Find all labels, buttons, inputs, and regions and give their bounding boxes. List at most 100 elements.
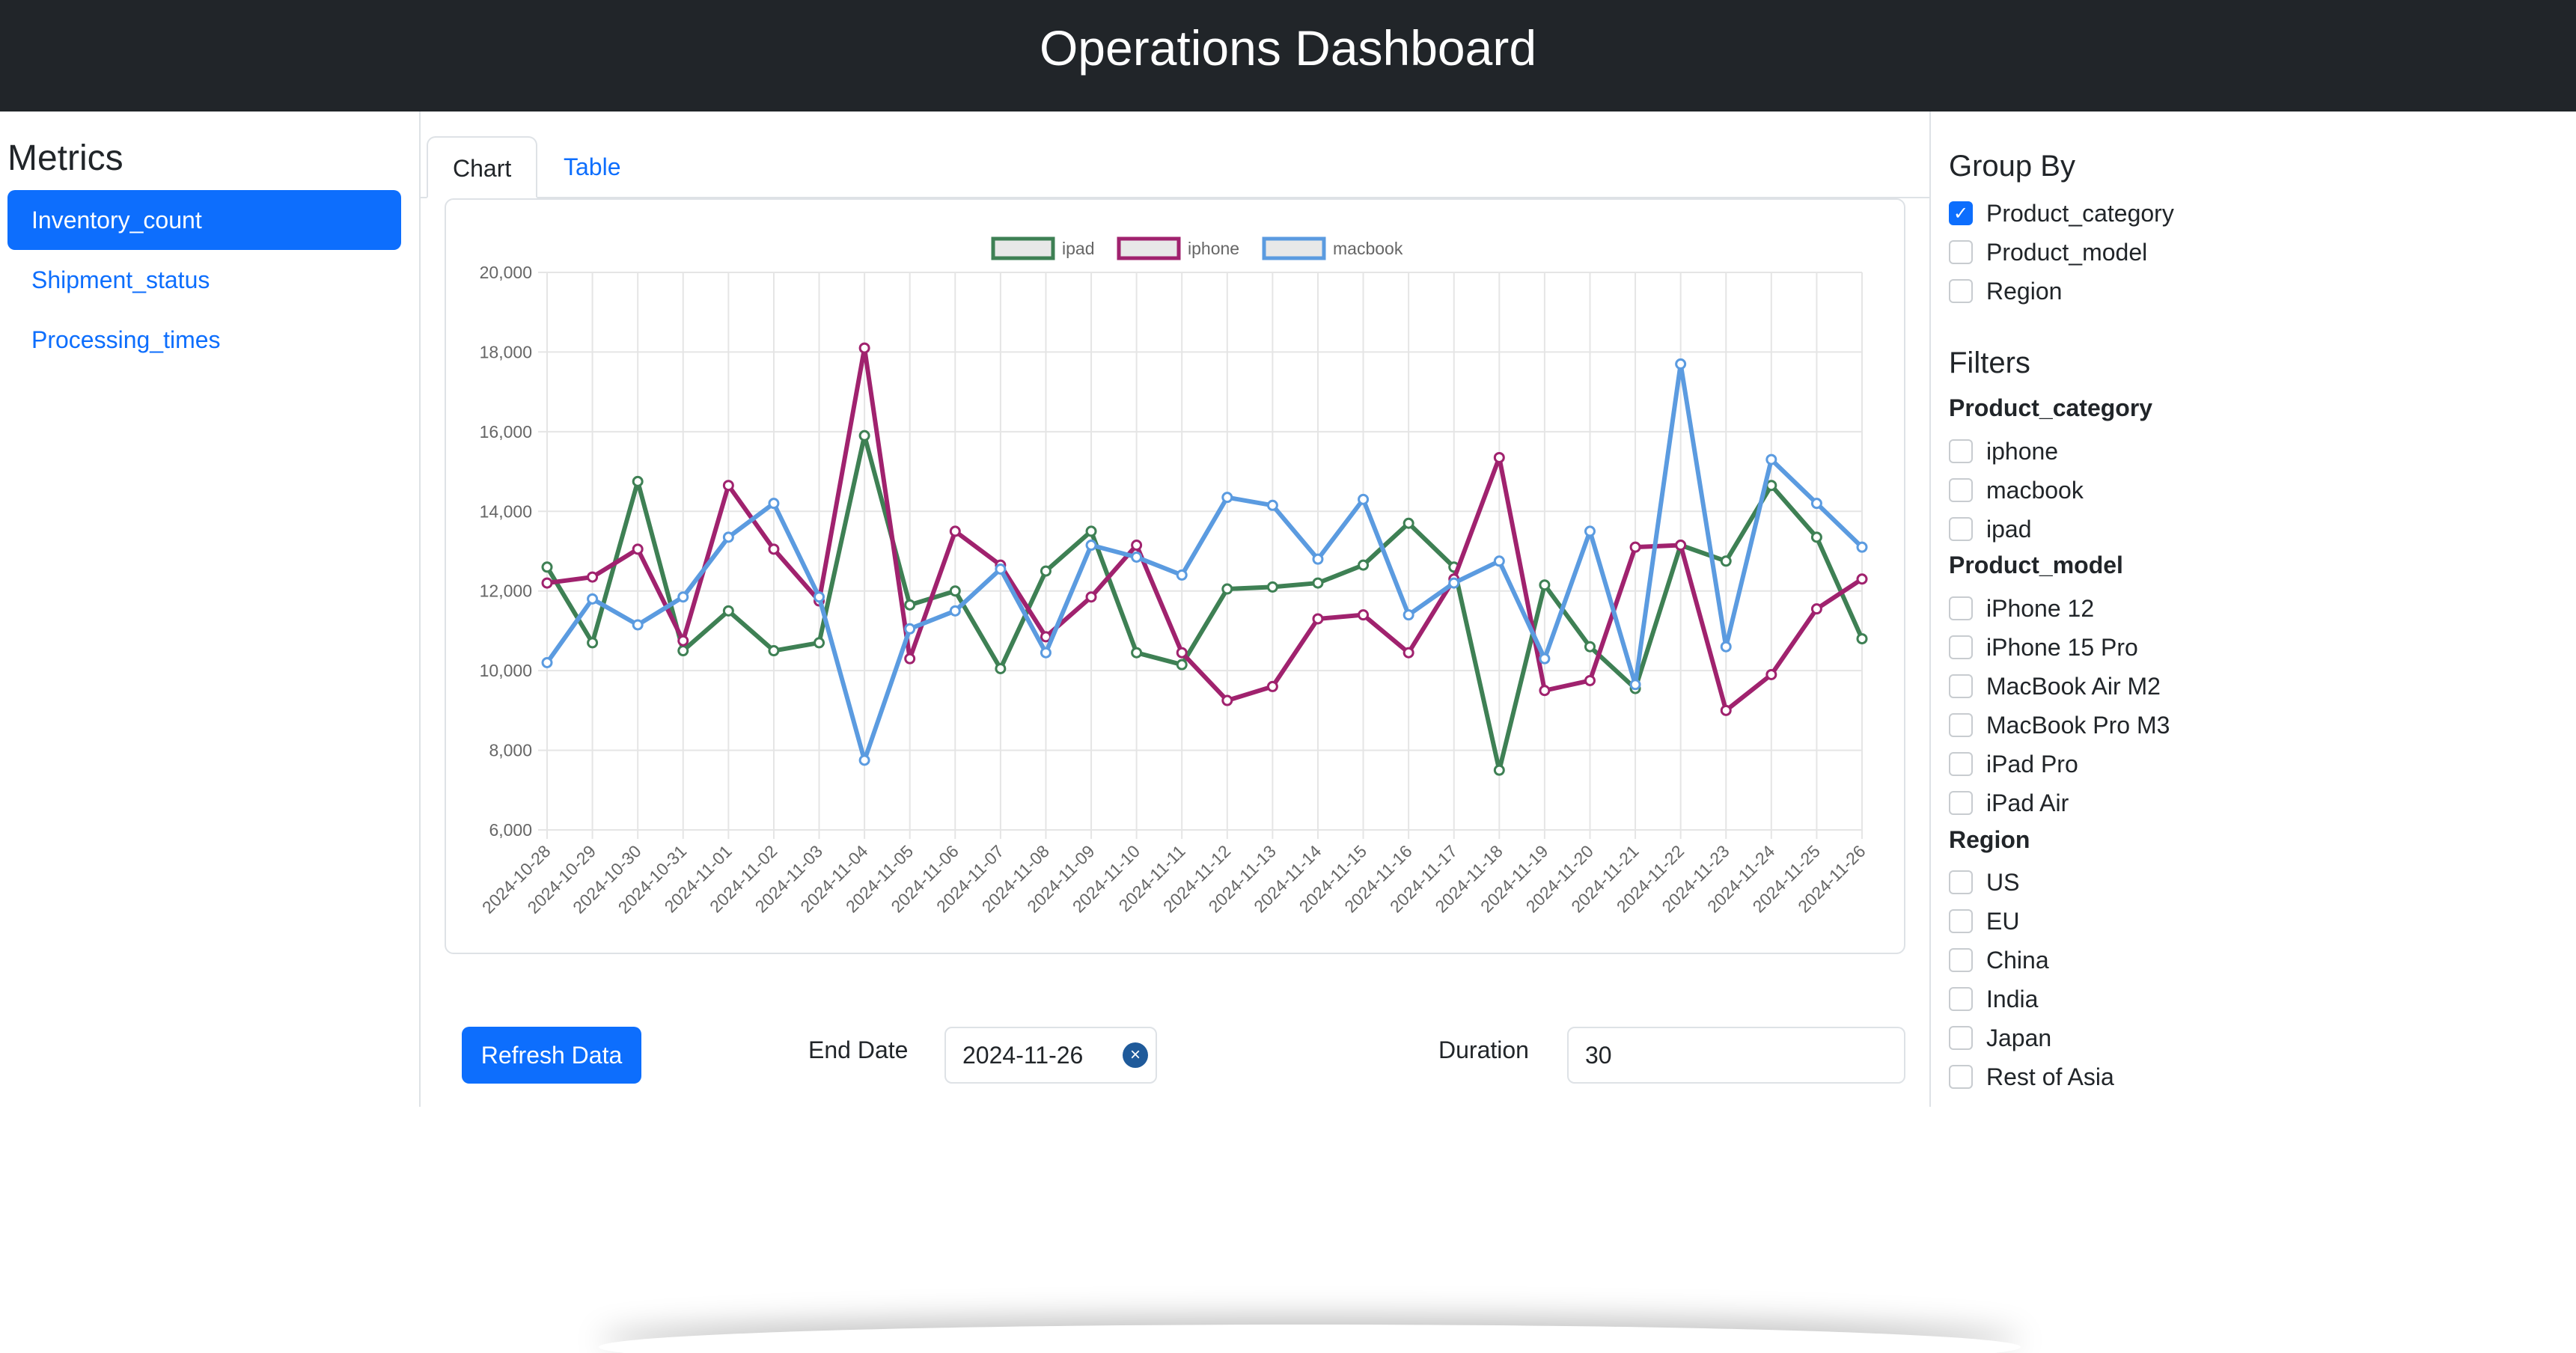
y-tick-label: 20,000 [480,263,532,282]
data-point-iphone [1358,609,1370,621]
data-point-ipad [1856,633,1868,645]
data-point-iphone [858,342,870,354]
sidebar-item-processing-times[interactable]: Processing_times [7,310,401,370]
data-point-ipad [1765,480,1777,492]
checkbox-icon[interactable] [1949,909,1973,933]
filter-macbook-pro-m3[interactable]: MacBook Pro M3 [1949,710,2170,740]
filter-eu[interactable]: EU [1949,906,2019,936]
data-point-macbook [1403,609,1414,621]
filter-group-product-model: Product_model [1949,552,2123,578]
refresh-data-button[interactable]: Refresh Data [462,1027,641,1084]
data-point-iphone [1720,704,1732,716]
data-point-macbook [1085,540,1097,552]
data-point-ipad [1810,531,1822,543]
checkbox-label: EU [1986,908,2020,935]
tab-chart[interactable]: Chart [427,136,538,198]
checkbox-icon[interactable] [1949,987,1973,1011]
checkbox-label: iphone [1986,438,2059,465]
series-line-macbook [545,361,1864,763]
checkbox-icon[interactable] [1949,1026,1973,1050]
checkbox-label: China [1986,947,2049,974]
checkbox-icon[interactable] [1949,713,1973,737]
data-point-ipad [1720,555,1732,567]
checkbox-icon[interactable] [1949,279,1973,303]
data-point-macbook [632,619,644,631]
data-point-iphone [904,653,916,665]
filter-ipad-pro[interactable]: iPad Pro [1949,749,2078,779]
data-point-macbook [1856,541,1868,553]
data-point-ipad [1131,647,1143,659]
filter-ipad[interactable]: ipad [1949,514,2032,544]
group-by-product-category[interactable]: ✓ Product_category [1949,198,2174,228]
data-point-macbook [1765,453,1777,465]
sidebar-item-shipment-status[interactable]: Shipment_status [7,250,401,310]
data-point-iphone [1584,674,1596,686]
checkbox-label: Japan [1986,1024,2052,1051]
checkbox-checked-icon[interactable]: ✓ [1949,201,1973,225]
data-point-ipad [1403,517,1414,529]
data-point-ipad [1539,579,1551,591]
filter-iphone-12[interactable]: iPhone 12 [1949,593,2094,623]
chart-card: 6,000 8,000 10,000 12,000 14,000 16,000 18,000… [445,198,1905,954]
data-point-macbook [677,591,689,603]
data-point-ipad [904,599,916,611]
data-point-macbook [949,605,961,617]
checkbox-icon[interactable] [1949,674,1973,698]
data-point-ipad [858,430,870,442]
legend-label-iphone: iphone [1188,239,1239,258]
data-point-ipad [949,585,961,597]
y-tick-label: 8,000 [489,741,532,760]
filter-macbook[interactable]: macbook [1949,475,2084,505]
page-title: Operations Dashboard [1039,20,1537,76]
filter-china[interactable]: China [1949,945,2049,975]
filter-japan[interactable]: Japan [1949,1023,2051,1053]
data-point-ipad [541,561,553,573]
checkbox-icon[interactable] [1949,439,1973,463]
data-point-iphone [1765,668,1777,680]
filter-us[interactable]: US [1949,867,2019,897]
group-by-region[interactable]: Region [1949,276,2062,306]
sidebar-item-inventory-count[interactable]: Inventory_count [7,190,401,250]
data-point-macbook [1131,551,1143,563]
data-point-macbook [1448,577,1460,589]
checkbox-icon[interactable] [1949,752,1973,776]
data-point-iphone [632,543,644,555]
data-point-ipad [814,637,825,649]
data-point-iphone [1810,603,1822,615]
clear-date-icon[interactable]: × [1123,1042,1148,1068]
data-point-macbook [1584,525,1596,537]
group-by-product-model[interactable]: Product_model [1949,237,2147,267]
checkbox-icon[interactable] [1949,948,1973,972]
checkbox-icon[interactable] [1949,791,1973,815]
data-point-iphone [1085,591,1097,603]
data-point-macbook [1358,493,1370,505]
data-point-iphone [1539,685,1551,697]
data-point-iphone [1856,573,1868,585]
checkbox-icon[interactable] [1949,240,1973,264]
tab-table[interactable]: Table [539,136,646,198]
checkbox-label: India [1986,986,2039,1013]
y-tick-label: 16,000 [480,422,532,442]
filter-iphone[interactable]: iphone [1949,436,2058,466]
filter-ipad-air[interactable]: iPad Air [1949,788,2069,818]
legend-label-macbook: macbook [1333,239,1403,258]
checkbox-icon[interactable] [1949,517,1973,541]
checkbox-icon[interactable] [1949,635,1973,659]
checkbox-icon[interactable] [1949,596,1973,620]
filter-rest-of-asia[interactable]: Rest of Asia [1949,1062,2114,1092]
checkbox-icon[interactable] [1949,1065,1973,1089]
filter-iphone-15-pro[interactable]: iPhone 15 Pro [1949,632,2138,662]
data-point-macbook [995,563,1007,575]
filter-macbook-air-m2[interactable]: MacBook Air M2 [1949,671,2161,701]
data-point-ipad [677,645,689,657]
checkbox-icon[interactable] [1949,478,1973,502]
data-point-iphone [1266,680,1278,692]
data-point-macbook [1720,641,1732,653]
checkbox-icon[interactable] [1949,870,1973,894]
data-point-iphone [1176,647,1188,659]
checkbox-label: iPhone 15 Pro [1986,634,2138,661]
checkbox-label: MacBook Air M2 [1986,673,2161,700]
duration-input[interactable] [1567,1027,1905,1084]
data-point-iphone [677,635,689,647]
filter-india[interactable]: India [1949,984,2038,1014]
